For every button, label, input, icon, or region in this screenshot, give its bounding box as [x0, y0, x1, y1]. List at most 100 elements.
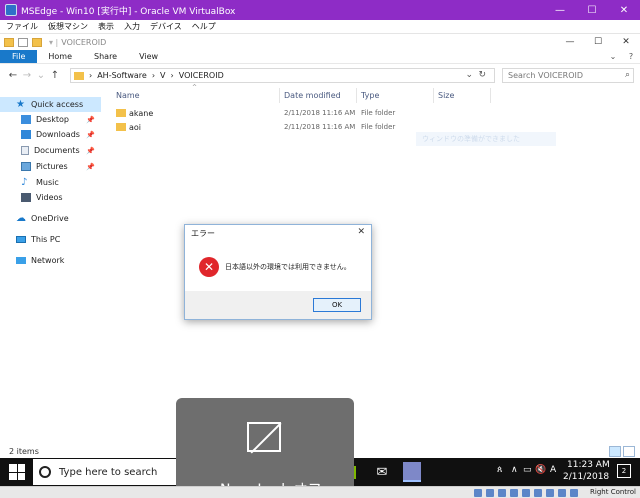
hdd-indicator-icon[interactable] — [474, 489, 482, 497]
help-icon[interactable]: ? — [622, 50, 640, 63]
explorer-maximize-button[interactable]: ☐ — [584, 37, 612, 47]
audio-indicator-icon[interactable] — [498, 489, 506, 497]
minimize-button[interactable]: — — [544, 0, 576, 20]
maximize-button[interactable]: ☐ — [576, 0, 608, 20]
pin-icon: 📌 — [86, 146, 95, 155]
ime-indicator-icon[interactable]: A — [550, 465, 556, 475]
breadcrumb-separator[interactable]: › — [171, 71, 174, 80]
pin-icon: 📌 — [86, 130, 95, 139]
action-center-icon[interactable]: 2 — [617, 464, 631, 478]
shared-folder-indicator-icon[interactable] — [534, 489, 542, 497]
back-button[interactable]: ← — [6, 70, 20, 81]
tab-share[interactable]: Share — [83, 50, 128, 63]
vbox-menu-bar: ファイル 仮想マシン 表示 入力 デバイス ヘルプ — [0, 20, 640, 34]
file-type: File folder — [361, 109, 396, 117]
breadcrumb-separator[interactable]: › — [152, 71, 155, 80]
volume-muted-icon[interactable]: 🔇 — [535, 465, 546, 475]
tab-home[interactable]: Home — [37, 50, 83, 63]
tab-view[interactable]: View — [128, 50, 169, 63]
clock-time[interactable]: 11:23 AM — [567, 460, 610, 470]
large-icons-view-icon[interactable] — [623, 446, 635, 457]
optical-indicator-icon[interactable] — [486, 489, 494, 497]
sidebar-item-downloads[interactable]: Downloads 📌 — [0, 127, 101, 142]
expand-ribbon-icon[interactable]: ⌄ — [604, 50, 622, 63]
music-icon: ♪ — [21, 177, 28, 188]
pin-icon: 📌 — [86, 115, 95, 124]
dialog-close-button[interactable]: ✕ — [357, 227, 365, 237]
network-indicator-icon[interactable] — [510, 489, 518, 497]
usb-indicator-icon[interactable] — [522, 489, 530, 497]
breadcrumb-ah-software[interactable]: AH-Software — [97, 71, 147, 80]
ok-button[interactable]: OK — [313, 298, 361, 312]
sidebar-item-documents[interactable]: Documents 📌 — [0, 143, 101, 158]
menu-input[interactable]: 入力 — [124, 21, 140, 32]
recent-locations-button[interactable]: ⌄ — [34, 70, 48, 81]
mail-icon[interactable]: ✉ — [373, 463, 391, 481]
tab-file[interactable]: File — [0, 50, 38, 63]
file-row-akane[interactable]: akane 2/11/2018 11:16 AM File folder — [110, 107, 460, 120]
dialog-title: エラー — [191, 229, 215, 238]
this-pc-icon — [16, 236, 26, 243]
explorer-title-bar: ▾ | VOICEROID — ☐ ✕ — [0, 34, 640, 50]
sidebar-item-videos[interactable]: Videos — [0, 190, 101, 205]
explorer-minimize-button[interactable]: — — [556, 37, 584, 47]
up-button[interactable]: ↑ — [48, 70, 62, 81]
menu-machine[interactable]: 仮想マシン — [48, 21, 88, 32]
file-row-aoi[interactable]: aoi 2/11/2018 11:16 AM File folder — [110, 121, 460, 134]
menu-file[interactable]: ファイル — [6, 21, 38, 32]
forward-button[interactable]: → — [20, 70, 34, 81]
sidebar-item-network[interactable]: Network — [0, 253, 101, 268]
show-hidden-icons-icon[interactable]: ∧ — [511, 465, 518, 475]
address-row: ← → ⌄ ↑ › AH-Software › V › VOICEROID ⌄ … — [0, 64, 640, 86]
menu-help[interactable]: ヘルプ — [192, 21, 216, 32]
dialog-message: 日本語以外の環境では利用できません。 — [225, 263, 351, 271]
breadcrumb-separator[interactable]: › — [89, 71, 92, 80]
quick-access-dropdown-icon[interactable]: ▾ | — [49, 38, 58, 47]
sort-indicator-icon: ^ — [192, 84, 198, 91]
sidebar-item-music[interactable]: ♪ Music — [0, 175, 101, 190]
search-input[interactable]: Search VOICEROID ⌕ — [502, 68, 634, 83]
close-button[interactable]: ✕ — [608, 0, 640, 20]
column-header-date-modified[interactable]: Date modified — [284, 91, 341, 100]
file-date: 2/11/2018 11:16 AM — [284, 109, 356, 117]
ribbon-tabs: File Home Share View ⌄ ? — [0, 50, 640, 64]
column-header-type[interactable]: Type — [361, 91, 379, 100]
display-indicator-icon[interactable] — [546, 489, 554, 497]
file-name: akane — [129, 109, 154, 118]
breadcrumb-voiceroid[interactable]: VOICEROID — [179, 71, 224, 80]
properties-icon[interactable] — [18, 37, 28, 47]
address-dropdown-icon[interactable]: ⌄ — [465, 70, 473, 80]
details-view-icon[interactable] — [609, 446, 621, 457]
network-tray-icon[interactable]: ▭ — [523, 465, 532, 475]
sidebar-item-this-pc[interactable]: This PC — [0, 232, 101, 247]
sidebar-item-onedrive[interactable]: ☁ OneDrive — [0, 211, 101, 226]
refresh-icon[interactable]: ↻ — [478, 70, 486, 80]
dialog-footer: OK — [185, 291, 371, 319]
recording-indicator-icon[interactable] — [558, 489, 566, 497]
search-icon: ⌕ — [624, 70, 630, 80]
folder-icon — [74, 71, 84, 80]
column-header-name[interactable]: Name — [116, 91, 140, 100]
menu-view[interactable]: 表示 — [98, 21, 114, 32]
search-placeholder: Search VOICEROID — [508, 71, 584, 80]
sidebar-item-quick-access[interactable]: ★ Quick access — [0, 97, 101, 112]
network-icon — [16, 257, 26, 264]
clock-date[interactable]: 2/11/2018 — [563, 472, 609, 482]
vbox-title-bar: MSEdge - Win10 [実行中] - Oracle VM Virtual… — [0, 0, 640, 20]
voiceroid-app-icon[interactable] — [403, 462, 421, 482]
sidebar-item-pictures[interactable]: Pictures 📌 — [0, 159, 101, 174]
people-icon[interactable]: ጰ — [497, 465, 502, 475]
videos-icon — [21, 193, 31, 202]
address-bar[interactable]: › AH-Software › V › VOICEROID ⌄ ↻ — [70, 68, 495, 83]
menu-devices[interactable]: デバイス — [150, 21, 182, 32]
new-folder-icon[interactable] — [32, 37, 42, 47]
mouse-indicator-icon[interactable] — [570, 489, 578, 497]
column-header-size[interactable]: Size — [438, 91, 454, 100]
folder-icon — [116, 123, 126, 131]
vbox-status-bar: Right Control — [0, 486, 640, 498]
sidebar-item-desktop[interactable]: Desktop 📌 — [0, 112, 101, 127]
breadcrumb-v[interactable]: V — [160, 71, 165, 80]
explorer-close-button[interactable]: ✕ — [612, 37, 640, 47]
host-key-label: Right Control — [590, 488, 636, 496]
windows-start-icon[interactable] — [9, 464, 25, 480]
